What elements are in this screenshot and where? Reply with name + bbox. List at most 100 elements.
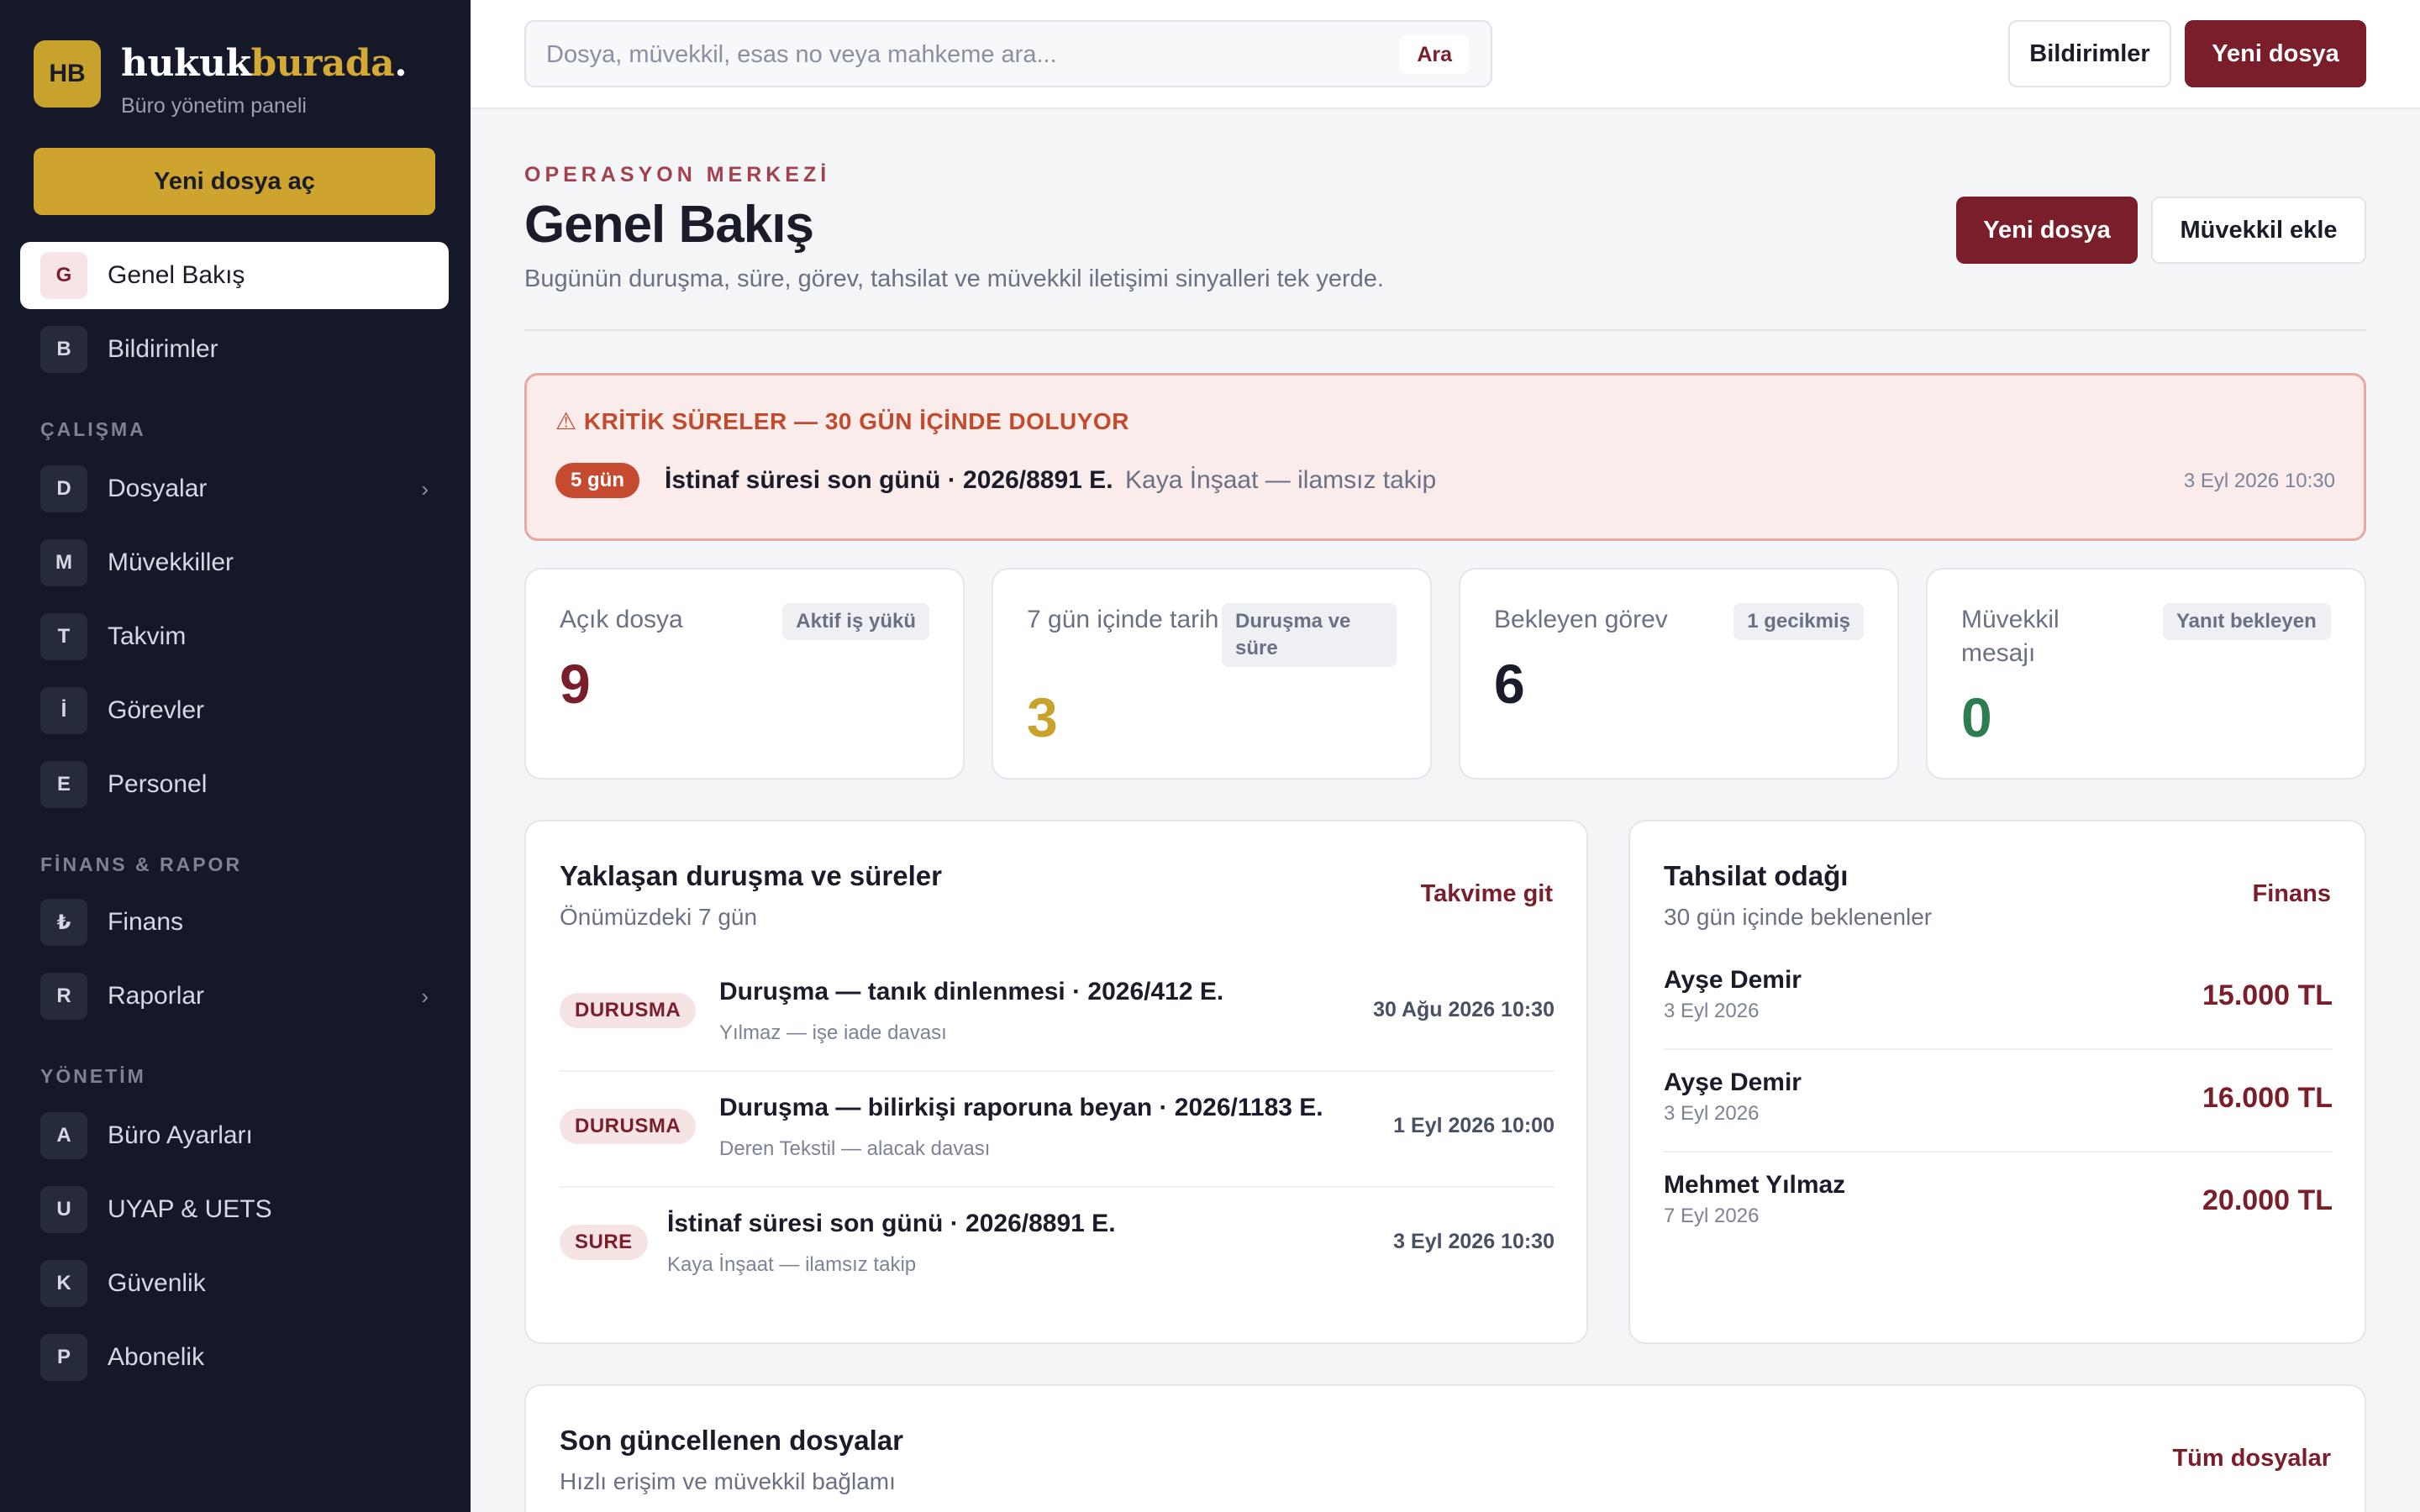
payer-name: Ayşe Demir — [1664, 1068, 1802, 1096]
list-item[interactable]: DURUSMA Duruşma — bilirkişi raporuna bey… — [560, 1072, 1555, 1188]
payment-amount: 16.000 TL — [2202, 1082, 2333, 1114]
brand-subtitle: Büro yönetim paneli — [121, 94, 307, 118]
sidebar-item-dosyalar[interactable]: D Dosyalar › — [20, 455, 449, 522]
sidebar-item-finans[interactable]: ₺ Finans — [20, 889, 449, 956]
sidebar-item-letter: R — [40, 973, 87, 1020]
sidebar-item-uyap-uets[interactable]: U UYAP & UETS — [20, 1176, 449, 1243]
event-subtitle: Yılmaz — işe iade davası — [719, 1021, 947, 1044]
sidebar-item-letter: A — [40, 1112, 87, 1159]
sidebar-item-label: Güvenlik — [108, 1269, 206, 1297]
stat-value: 9 — [560, 653, 591, 715]
brand-text: hukukburada. Büro yönetim paneli — [121, 40, 408, 118]
sidebar-item-gorevler[interactable]: İ Görevler — [20, 677, 449, 744]
stat-badge: Duruşma ve süre — [1222, 603, 1397, 667]
stat-card-pending-tasks[interactable]: Bekleyen görev 1 gecikmiş 6 — [1459, 568, 1899, 780]
panel-title: Son güncellenen dosyalar — [560, 1425, 903, 1456]
top-new-file-button[interactable]: Yeni dosya — [2185, 20, 2366, 87]
event-date: 3 Eyl 2026 10:30 — [1393, 1230, 1555, 1253]
sidebar-item-letter: ₺ — [40, 899, 87, 946]
stat-badge: 1 gecikmiş — [1733, 603, 1864, 640]
sidebar-item-letter: D — [40, 465, 87, 512]
stat-badge: Yanıt bekleyen — [2163, 603, 2331, 640]
panel-title: Tahsilat odağı — [1664, 860, 1849, 891]
sidebar-section-finans-rapor: FİNANS & RAPOR — [40, 853, 243, 875]
sidebar-item-label: Dosyalar — [108, 475, 208, 502]
stat-value: 3 — [1027, 686, 1058, 748]
brand-name-part2: burada — [250, 42, 395, 85]
page-title: Genel Bakış — [524, 196, 814, 254]
payment-date: 3 Eyl 2026 — [1664, 1000, 1760, 1022]
sidebar-item-letter: M — [40, 539, 87, 586]
sidebar-item-label: Bildirimler — [108, 335, 218, 363]
chevron-right-icon: › — [421, 983, 429, 1009]
event-title: Duruşma — tanık dinlenmesi · 2026/412 E. — [719, 978, 1224, 1005]
sidebar-item-letter: B — [40, 326, 87, 373]
stat-card-open-files[interactable]: Açık dosya Aktif iş yükü 9 — [524, 568, 965, 780]
sidebar-item-guvenlik[interactable]: K Güvenlik — [20, 1250, 449, 1317]
sidebar-item-label: Raporlar — [108, 982, 205, 1010]
go-to-calendar-link[interactable]: Takvime git — [1421, 880, 1553, 908]
panel-title: Yaklaşan duruşma ve süreler — [560, 860, 942, 891]
list-item[interactable]: Ayşe Demir 3 Eyl 2026 16.000 TL — [1664, 1050, 2333, 1152]
list-item[interactable]: Mehmet Yılmaz 7 Eyl 2026 20.000 TL — [1664, 1152, 2333, 1255]
event-title: Duruşma — bilirkişi raporuna beyan · 202… — [719, 1094, 1323, 1121]
stat-value: 6 — [1494, 653, 1525, 715]
list-item[interactable]: DURUSMA Duruşma — tanık dinlenmesi · 202… — [560, 956, 1555, 1072]
days-left-badge: 5 gün — [555, 463, 639, 498]
stat-label: Açık dosya — [560, 606, 683, 633]
event-type-tag: SURE — [560, 1225, 648, 1260]
payment-date: 7 Eyl 2026 — [1664, 1205, 1760, 1227]
topbar: Ara Bildirimler Yeni dosya — [471, 0, 2420, 109]
stat-card-client-messages[interactable]: Müvekkil mesajı Yanıt bekleyen 0 — [1926, 568, 2366, 780]
brand-name-part1: hukuk — [121, 42, 251, 85]
sidebar-item-label: Personel — [108, 770, 208, 798]
alert-sub-text: Kaya İnşaat — ilamsız takip — [1125, 466, 1437, 494]
sidebar: HB hukukburada. Büro yönetim paneli Yeni… — [0, 0, 471, 1512]
event-subtitle: Deren Tekstil — alacak davası — [719, 1137, 991, 1160]
add-client-button[interactable]: Müvekkil ekle — [2151, 197, 2366, 264]
sidebar-item-letter: E — [40, 761, 87, 808]
sidebar-item-letter: İ — [40, 687, 87, 734]
stat-card-upcoming-dates[interactable]: 7 gün içinde tarih Duruşma ve süre 3 — [992, 568, 1432, 780]
all-files-link[interactable]: Tüm dosyalar — [2172, 1445, 2331, 1473]
search-input[interactable] — [546, 34, 1386, 76]
stat-badge: Aktif iş yükü — [782, 603, 929, 640]
brand[interactable]: HB hukukburada. Büro yönetim paneli — [34, 40, 408, 118]
stat-label: 7 gün içinde tarih — [1027, 606, 1219, 633]
payer-name: Ayşe Demir — [1664, 966, 1802, 994]
sidebar-item-genel-bakis[interactable]: G Genel Bakış — [20, 242, 449, 309]
sidebar-item-takvim[interactable]: T Takvim — [20, 603, 449, 670]
sidebar-new-file-button[interactable]: Yeni dosya aç — [34, 148, 435, 215]
sidebar-item-label: Genel Bakış — [108, 261, 245, 289]
sidebar-item-buro-ayarlari[interactable]: A Büro Ayarları — [20, 1102, 449, 1169]
sidebar-section-yonetim: YÖNETİM — [40, 1065, 146, 1087]
critical-deadlines-alert[interactable]: ⚠ KRİTİK SÜRELER — 30 GÜN İÇİNDE DOLUYOR… — [524, 373, 2366, 541]
sidebar-item-personel[interactable]: E Personel — [20, 751, 449, 818]
sidebar-section-calisma: ÇALIŞMA — [40, 418, 146, 440]
list-item[interactable]: SURE İstinaf süresi son günü · 2026/8891… — [560, 1188, 1555, 1304]
upcoming-hearings-panel: Yaklaşan duruşma ve süreler Önümüzdeki 7… — [524, 820, 1588, 1344]
header-new-file-button[interactable]: Yeni dosya — [1956, 197, 2138, 264]
stat-label: Bekleyen görev — [1494, 606, 1668, 633]
sidebar-item-bildirimler[interactable]: B Bildirimler — [20, 316, 449, 383]
list-item[interactable]: Ayşe Demir 3 Eyl 2026 15.000 TL — [1664, 948, 2333, 1050]
chevron-right-icon: › — [421, 475, 429, 501]
stat-value: 0 — [1961, 686, 1992, 748]
brand-name-part3: . — [394, 42, 408, 85]
payment-date: 3 Eyl 2026 — [1664, 1102, 1760, 1125]
panel-subtitle: Hızlı erişim ve müvekkil bağlamı — [560, 1468, 896, 1494]
sidebar-item-label: Takvim — [108, 622, 187, 650]
notifications-button[interactable]: Bildirimler — [2008, 20, 2171, 87]
sidebar-item-label: Büro Ayarları — [108, 1121, 253, 1149]
recent-files-panel: Son güncellenen dosyalar Hızlı erişim ve… — [524, 1384, 2366, 1512]
search-button[interactable]: Ara — [1400, 35, 1469, 74]
finance-link[interactable]: Finans — [2253, 880, 2331, 908]
sidebar-item-abonelik[interactable]: P Abonelik — [20, 1324, 449, 1391]
stat-label: Müvekkil mesajı — [1961, 606, 2060, 667]
sidebar-item-raporlar[interactable]: R Raporlar › — [20, 963, 449, 1030]
alert-main-text: İstinaf süresi son günü · 2026/8891 E. — [665, 466, 1113, 494]
sidebar-item-muvekkiller[interactable]: M Müvekkiller — [20, 529, 449, 596]
header-divider — [524, 329, 2366, 331]
event-date: 30 Ağu 2026 10:30 — [1373, 998, 1555, 1021]
brand-name: hukukburada. — [121, 40, 408, 87]
